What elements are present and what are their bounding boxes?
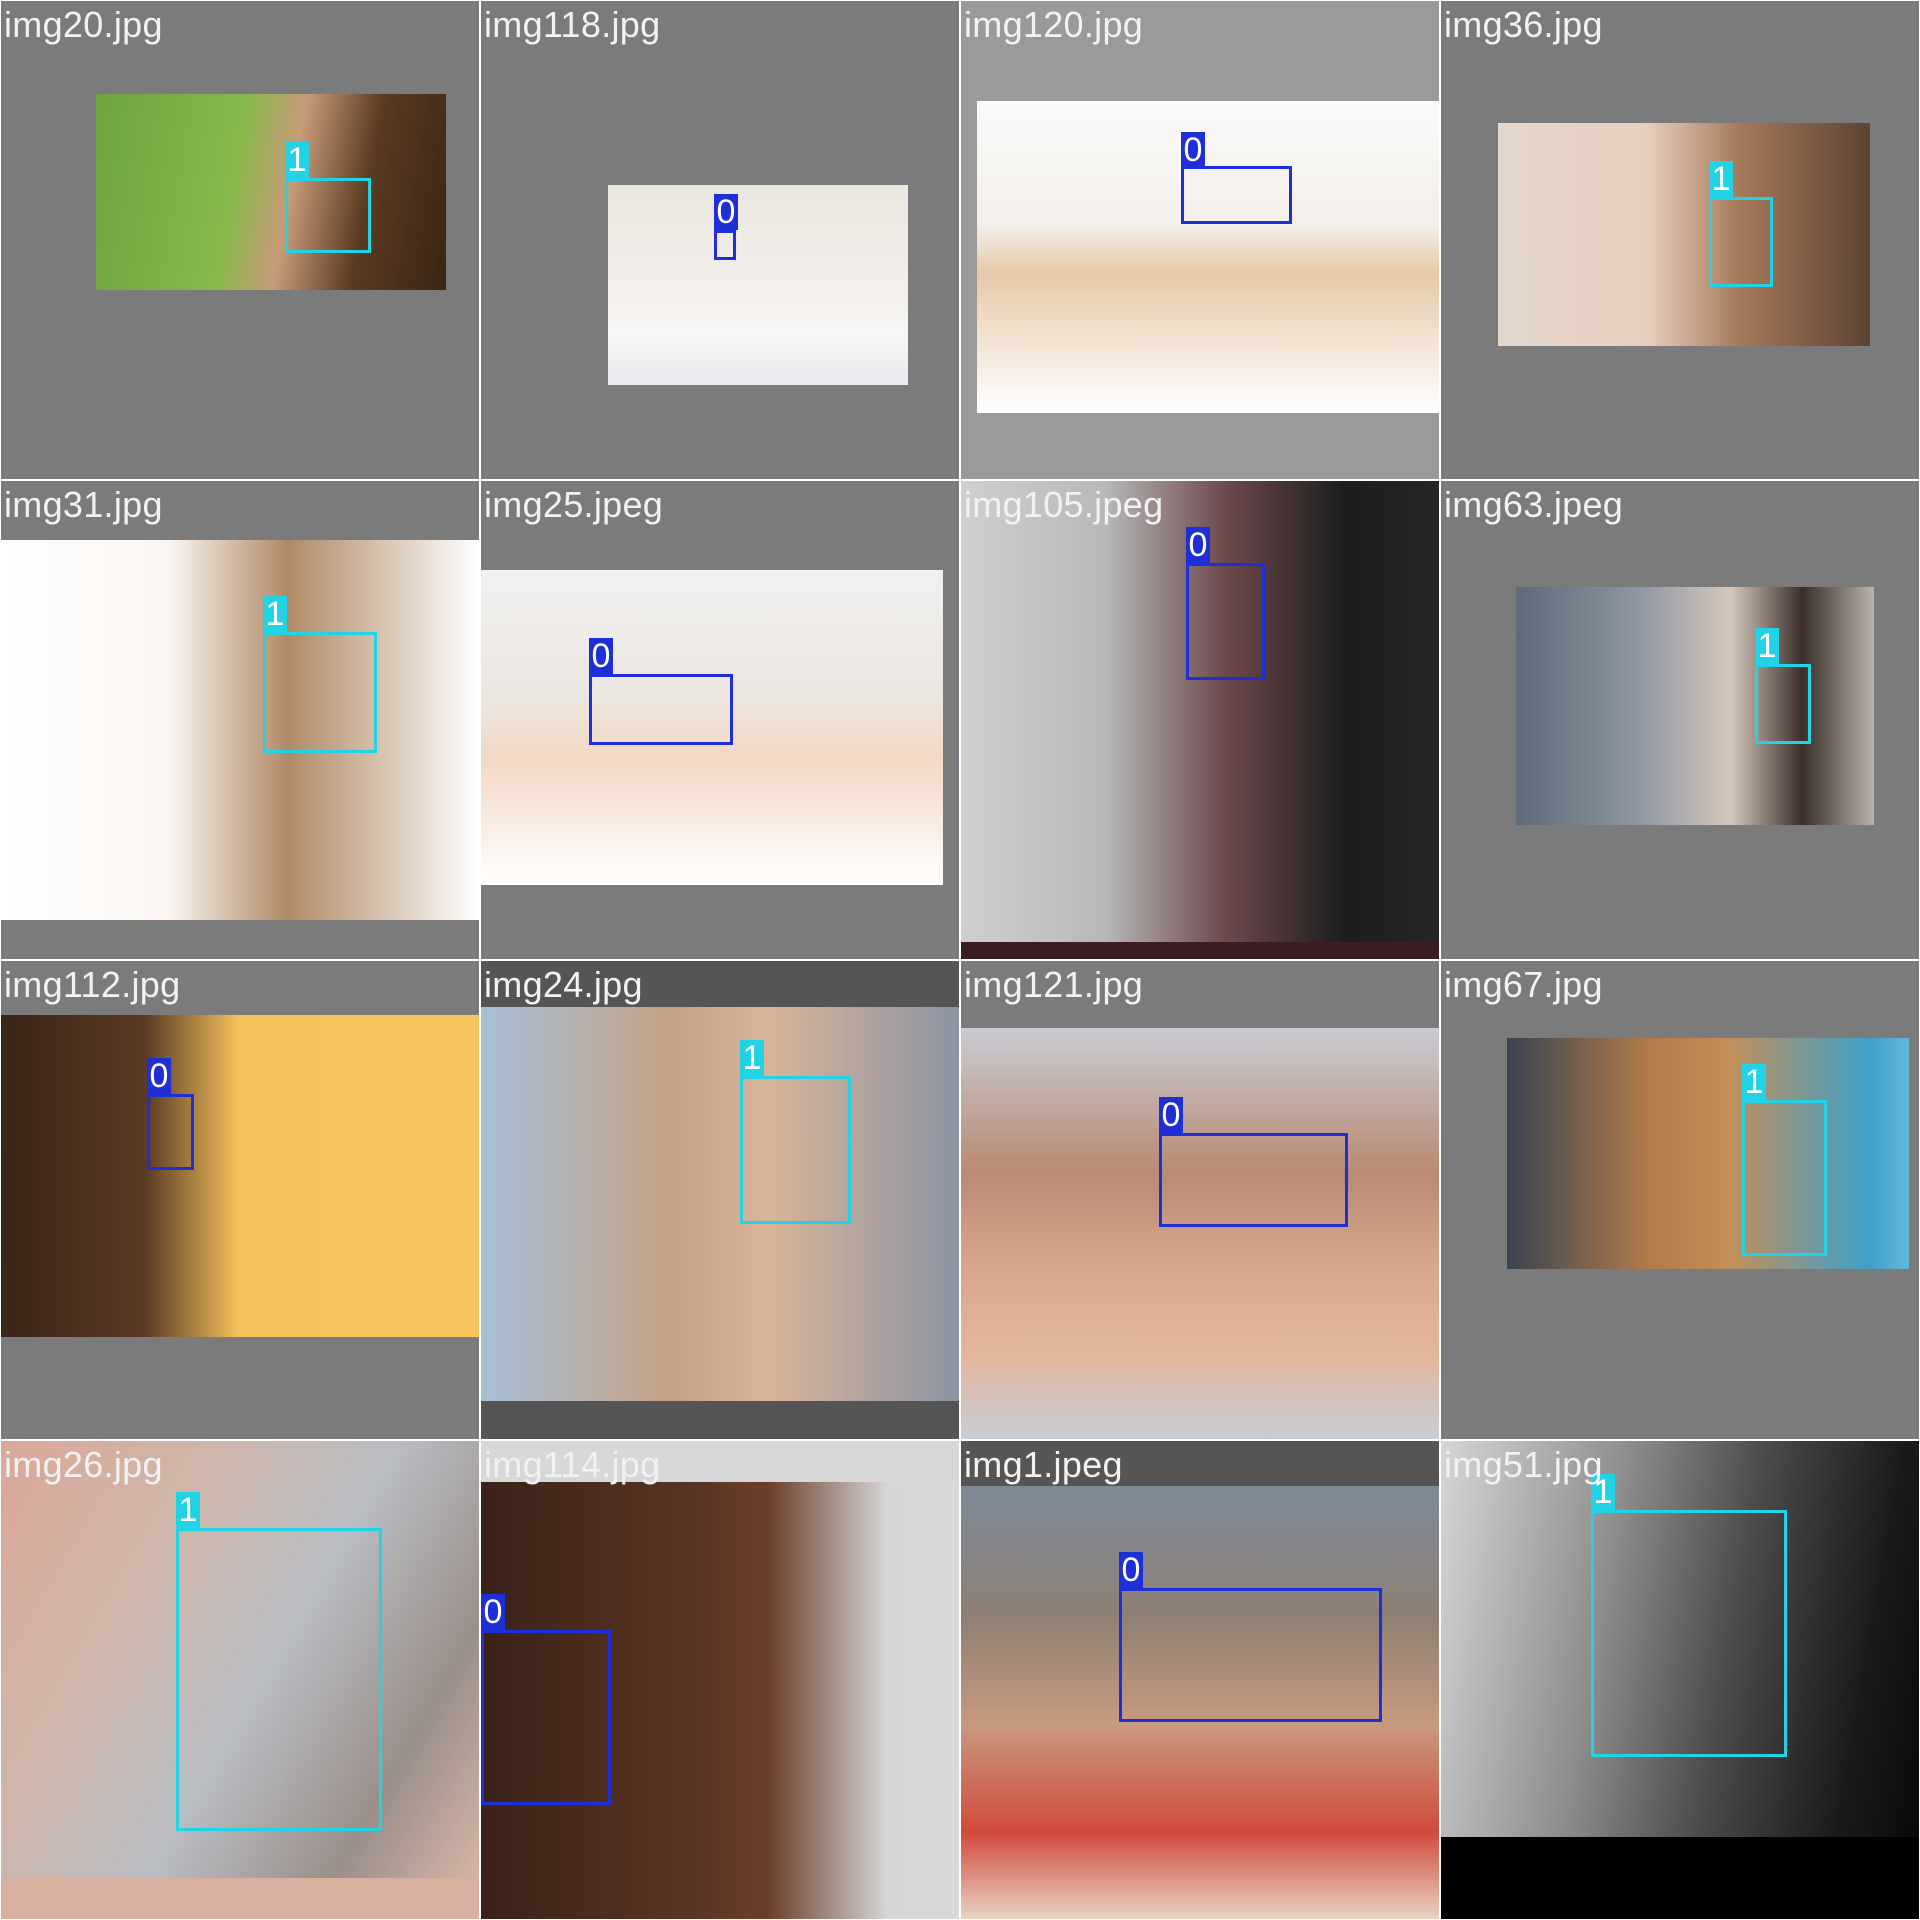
tile: 1 img63.jpeg bbox=[1441, 481, 1919, 959]
bounding-box bbox=[1755, 664, 1811, 744]
tile: 1 img51.jpg bbox=[1441, 1441, 1919, 1919]
tile: 1 img24.jpg bbox=[481, 961, 959, 1439]
class-label: 0 bbox=[589, 638, 613, 674]
class-label: 1 bbox=[1709, 161, 1733, 197]
bounding-box bbox=[740, 1076, 851, 1224]
bounding-box bbox=[1119, 1588, 1382, 1722]
photo bbox=[1516, 587, 1874, 825]
tile: 0 img25.jpeg bbox=[481, 481, 959, 959]
bounding-box bbox=[589, 674, 733, 745]
class-label: 1 bbox=[740, 1040, 764, 1076]
bounding-box bbox=[714, 230, 736, 260]
filename-label: img120.jpg bbox=[964, 4, 1144, 45]
photo bbox=[1, 1015, 479, 1337]
filename-label: img112.jpg bbox=[4, 964, 181, 1005]
class-label: 0 bbox=[1181, 132, 1205, 168]
bounding-box bbox=[147, 1094, 194, 1170]
tile: 1 img36.jpg bbox=[1441, 1, 1919, 479]
class-label: 1 bbox=[1755, 628, 1779, 664]
photo bbox=[961, 1028, 1439, 1439]
tile: 0 img1.jpeg bbox=[961, 1441, 1439, 1919]
filename-label: img31.jpg bbox=[4, 484, 163, 525]
class-label: 0 bbox=[1186, 527, 1210, 563]
filename-label: img67.jpg bbox=[1444, 964, 1603, 1005]
filename-label: img25.jpeg bbox=[484, 484, 664, 525]
filename-label: img114.jpg bbox=[484, 1444, 661, 1485]
bounding-box bbox=[481, 1630, 611, 1805]
filename-label: img121.jpg bbox=[964, 964, 1144, 1005]
photo bbox=[608, 185, 908, 385]
class-label: 0 bbox=[147, 1058, 171, 1094]
tile: 1 img26.jpg bbox=[1, 1441, 479, 1919]
photo bbox=[1498, 123, 1870, 346]
bounding-box bbox=[1186, 563, 1265, 680]
tile: 0 img105.jpeg bbox=[961, 481, 1439, 959]
bounding-box bbox=[1709, 197, 1773, 287]
class-label: 1 bbox=[176, 1492, 200, 1528]
filename-label: img51.jpg bbox=[1444, 1444, 1603, 1485]
bounding-box bbox=[176, 1528, 382, 1831]
class-label: 0 bbox=[714, 194, 738, 230]
filename-label: img105.jpeg bbox=[964, 484, 1164, 525]
filename-label: img24.jpg bbox=[484, 964, 643, 1005]
bounding-box bbox=[1181, 166, 1292, 224]
bounding-box bbox=[1591, 1510, 1787, 1757]
filename-label: img118.jpg bbox=[484, 4, 661, 45]
tile: 1 img20.jpg bbox=[1, 1, 479, 479]
class-label: 0 bbox=[1119, 1552, 1143, 1588]
filename-label: img1.jpeg bbox=[964, 1444, 1123, 1485]
photo bbox=[977, 101, 1439, 413]
filename-label: img36.jpg bbox=[1444, 4, 1603, 45]
class-label: 0 bbox=[481, 1594, 505, 1630]
class-label: 1 bbox=[1742, 1064, 1766, 1100]
bounding-box bbox=[1742, 1100, 1827, 1256]
tile: 0 img118.jpg bbox=[481, 1, 959, 479]
tile: 0 img114.jpg bbox=[481, 1441, 959, 1919]
photo bbox=[1, 540, 479, 920]
tile: 1 img31.jpg bbox=[1, 481, 479, 959]
filename-label: img20.jpg bbox=[4, 4, 163, 45]
photo bbox=[96, 94, 446, 290]
mosaic-grid: 1 img20.jpg 0 img118.jpg 0 img120.jpg 1 … bbox=[0, 0, 1920, 1920]
tile: 0 img121.jpg bbox=[961, 961, 1439, 1439]
photo bbox=[481, 1007, 959, 1401]
filename-label: img26.jpg bbox=[4, 1444, 163, 1485]
bounding-box bbox=[263, 632, 377, 753]
class-label: 1 bbox=[285, 142, 309, 178]
photo bbox=[1507, 1038, 1909, 1269]
tile: 0 img112.jpg bbox=[1, 961, 479, 1439]
tile: 1 img67.jpg bbox=[1441, 961, 1919, 1439]
filename-label: img63.jpeg bbox=[1444, 484, 1624, 525]
tile: 0 img120.jpg bbox=[961, 1, 1439, 479]
class-label: 1 bbox=[263, 596, 287, 632]
bounding-box bbox=[285, 178, 371, 253]
class-label: 0 bbox=[1159, 1097, 1183, 1133]
bounding-box bbox=[1159, 1133, 1348, 1227]
